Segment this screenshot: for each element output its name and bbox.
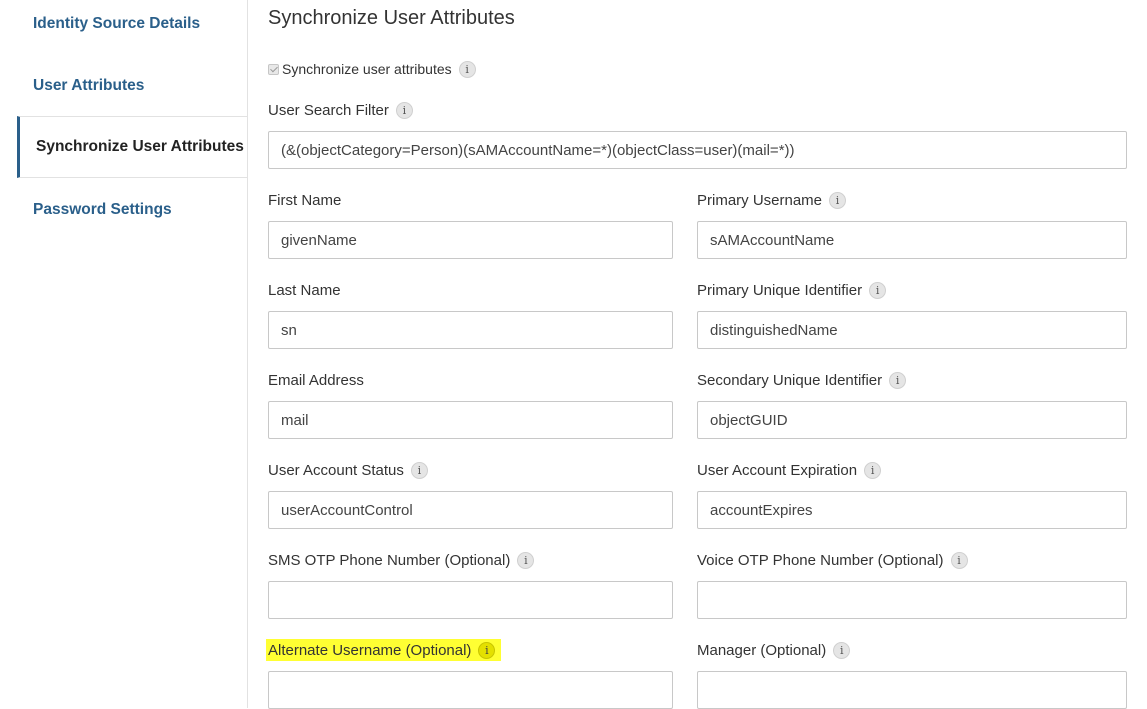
sync-attributes-row: Synchronize user attributes i bbox=[268, 58, 476, 80]
user-account-status-label: User Account Status bbox=[268, 461, 404, 479]
sidebar-item-identity-source-details[interactable]: Identity Source Details bbox=[17, 0, 247, 55]
primary-username-input[interactable] bbox=[697, 221, 1127, 259]
first-name-input[interactable] bbox=[268, 221, 673, 259]
voice-otp-label-row: Voice OTP Phone Number (Optional) i bbox=[697, 549, 968, 571]
highlight-marker: Alternate Username (Optional) i bbox=[266, 639, 502, 661]
last-name-label: Last Name bbox=[268, 281, 341, 299]
manager-label-row: Manager (Optional) i bbox=[697, 639, 851, 661]
primary-unique-identifier-label-row: Primary Unique Identifier i bbox=[697, 279, 887, 301]
sync-attributes-checkbox[interactable] bbox=[268, 63, 279, 75]
info-icon[interactable]: i bbox=[410, 461, 428, 479]
email-address-label: Email Address bbox=[268, 371, 364, 389]
voice-otp-label: Voice OTP Phone Number (Optional) bbox=[697, 551, 944, 569]
page-title: Synchronize User Attributes bbox=[268, 7, 515, 29]
info-icon[interactable]: i bbox=[950, 551, 968, 569]
info-icon[interactable]: i bbox=[458, 60, 476, 78]
secondary-unique-identifier-input[interactable] bbox=[697, 401, 1127, 439]
secondary-unique-identifier-label: Secondary Unique Identifier bbox=[697, 371, 883, 389]
manager-input[interactable] bbox=[697, 671, 1127, 709]
sidebar-item-synchronize-user-attributes[interactable]: Synchronize User Attributes bbox=[17, 116, 247, 178]
user-account-status-input[interactable] bbox=[268, 491, 673, 529]
sync-attributes-label: Synchronize user attributes bbox=[282, 61, 452, 77]
first-name-label-row: First Name bbox=[268, 189, 341, 211]
primary-username-label-row: Primary Username i bbox=[697, 189, 847, 211]
last-name-input[interactable] bbox=[268, 311, 673, 349]
user-account-expiration-label-row: User Account Expiration i bbox=[697, 459, 882, 481]
primary-unique-identifier-label: Primary Unique Identifier bbox=[697, 281, 863, 299]
email-address-label-row: Email Address bbox=[268, 369, 364, 391]
search-filter-label-row: User Search Filter i bbox=[268, 99, 413, 121]
sms-otp-label-row: SMS OTP Phone Number (Optional) i bbox=[268, 549, 535, 571]
search-filter-input[interactable] bbox=[268, 131, 1127, 169]
info-icon[interactable]: i bbox=[833, 641, 851, 659]
info-icon[interactable]: i bbox=[869, 281, 887, 299]
alternate-username-label-row: Alternate Username (Optional) i bbox=[266, 639, 502, 661]
sms-otp-input[interactable] bbox=[268, 581, 673, 619]
user-account-expiration-label: User Account Expiration bbox=[697, 461, 858, 479]
info-icon[interactable]: i bbox=[517, 551, 535, 569]
user-account-status-label-row: User Account Status i bbox=[268, 459, 428, 481]
email-address-input[interactable] bbox=[268, 401, 673, 439]
primary-username-label: Primary Username bbox=[697, 191, 823, 209]
info-icon[interactable]: i bbox=[829, 191, 847, 209]
secondary-unique-identifier-label-row: Secondary Unique Identifier i bbox=[697, 369, 907, 391]
user-account-expiration-input[interactable] bbox=[697, 491, 1127, 529]
last-name-label-row: Last Name bbox=[268, 279, 341, 301]
search-filter-label: User Search Filter bbox=[268, 101, 389, 119]
sidebar-item-user-attributes[interactable]: User Attributes bbox=[17, 55, 247, 117]
primary-unique-identifier-input[interactable] bbox=[697, 311, 1127, 349]
sms-otp-label: SMS OTP Phone Number (Optional) bbox=[268, 551, 511, 569]
info-icon[interactable]: i bbox=[395, 101, 413, 119]
sidebar-item-password-settings[interactable]: Password Settings bbox=[17, 179, 247, 241]
voice-otp-input[interactable] bbox=[697, 581, 1127, 619]
alternate-username-input[interactable] bbox=[268, 671, 673, 709]
alternate-username-label: Alternate Username (Optional) bbox=[268, 641, 472, 659]
sidebar-nav: Identity Source Details User Attributes … bbox=[0, 0, 248, 708]
first-name-label: First Name bbox=[268, 191, 342, 209]
info-icon[interactable]: i bbox=[889, 371, 907, 389]
manager-label: Manager (Optional) bbox=[697, 641, 827, 659]
info-icon[interactable]: i bbox=[478, 641, 496, 659]
info-icon[interactable]: i bbox=[864, 461, 882, 479]
